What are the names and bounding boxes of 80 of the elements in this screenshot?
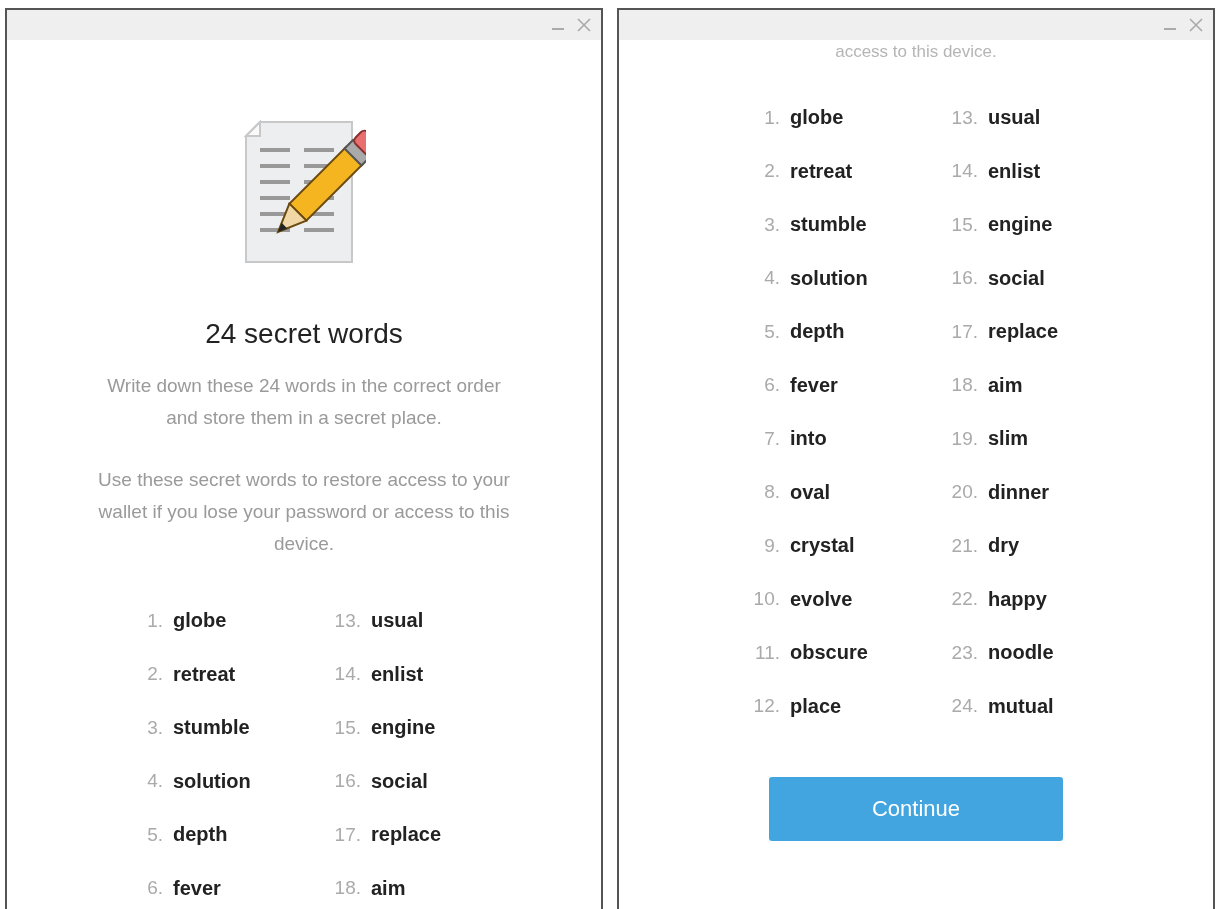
secret-word: engine xyxy=(371,716,436,740)
word-number: 7. xyxy=(763,427,780,450)
word-number: 5. xyxy=(763,320,780,343)
word-number: 19. xyxy=(950,427,978,450)
word-number: 11. xyxy=(754,641,780,664)
word-number: 15. xyxy=(333,716,361,739)
secret-word: solution xyxy=(173,769,251,793)
secret-word: usual xyxy=(371,609,424,633)
word-number: 12. xyxy=(752,695,780,718)
word-number: 10. xyxy=(752,588,780,611)
word-number: 22. xyxy=(950,588,978,611)
secret-word: happy xyxy=(988,587,1047,611)
word-number: 2. xyxy=(763,160,780,183)
description: Write down these 24 words in the correct order and store them in a secret place. xyxy=(106,374,502,430)
secret-word: enlist xyxy=(371,662,424,686)
secret-word: retreat xyxy=(790,159,853,183)
word-number: 14. xyxy=(950,160,978,183)
secret-word: mutual xyxy=(988,694,1054,718)
word-number: 1. xyxy=(763,106,780,129)
secret-word: aim xyxy=(988,373,1023,397)
secret-word: retreat xyxy=(173,662,236,686)
heading: 24 secret words xyxy=(205,318,403,350)
secret-word: obscure xyxy=(790,641,868,665)
close-icon[interactable] xyxy=(1189,18,1203,32)
word-number: 3. xyxy=(146,716,163,739)
secret-word: globe xyxy=(173,609,227,633)
secret-word: into xyxy=(790,427,827,451)
word-number: 21. xyxy=(950,534,978,557)
word-number: 6. xyxy=(146,877,163,900)
secret-word: depth xyxy=(173,823,228,847)
secret-word: noodle xyxy=(988,641,1054,665)
secret-word: globe xyxy=(790,106,844,130)
secret-word: evolve xyxy=(790,587,853,611)
secret-word: fever xyxy=(790,373,838,397)
word-number: 9. xyxy=(763,534,780,557)
word-number: 14. xyxy=(333,663,361,686)
word-number: 5. xyxy=(146,823,163,846)
word-number: 17. xyxy=(950,320,978,343)
word-number: 23. xyxy=(950,641,978,664)
word-number: 16. xyxy=(333,770,361,793)
description: Use these secret words to restore access to your wallet if you lose your password or access to this device. xyxy=(97,468,511,556)
word-number: 2. xyxy=(146,663,163,686)
secret-word: social xyxy=(371,769,428,793)
word-number: 3. xyxy=(763,213,780,236)
secret-word: crystal xyxy=(790,534,855,558)
word-number: 17. xyxy=(333,823,361,846)
secret-word: place xyxy=(790,694,842,718)
secret-word: usual xyxy=(988,106,1041,130)
word-number: 18. xyxy=(333,877,361,900)
secret-word: enlist xyxy=(988,159,1041,183)
secret-word: stumble xyxy=(173,716,250,740)
word-number: 8. xyxy=(763,481,780,504)
secret-word: slim xyxy=(988,427,1029,451)
word-number: 1. xyxy=(146,609,163,632)
secret-word: engine xyxy=(988,213,1053,237)
description: access to this device. xyxy=(835,42,997,62)
word-number: 20. xyxy=(950,481,978,504)
secret-word: dry xyxy=(988,534,1020,558)
word-number: 24. xyxy=(950,695,978,718)
word-number: 4. xyxy=(763,267,780,290)
secret-word: replace xyxy=(371,823,442,847)
word-number: 13. xyxy=(333,609,361,632)
secret-word: aim xyxy=(371,876,406,900)
close-icon[interactable] xyxy=(577,18,591,32)
secret-word: social xyxy=(988,266,1045,290)
word-number: 6. xyxy=(763,374,780,397)
word-number: 18. xyxy=(950,374,978,397)
secret-word: stumble xyxy=(790,213,867,237)
secret-word: replace xyxy=(988,320,1059,344)
document-pencil-icon xyxy=(242,118,366,266)
secret-word: oval xyxy=(790,480,831,504)
secret-word: dinner xyxy=(988,480,1050,504)
word-number: 4. xyxy=(146,770,163,793)
continue-button[interactable]: Continue xyxy=(769,777,1063,841)
word-number: 16. xyxy=(950,267,978,290)
secret-word: solution xyxy=(790,266,868,290)
word-number: 13. xyxy=(950,106,978,129)
word-number: 15. xyxy=(950,213,978,236)
secret-word: depth xyxy=(790,320,845,344)
secret-word: fever xyxy=(173,876,221,900)
